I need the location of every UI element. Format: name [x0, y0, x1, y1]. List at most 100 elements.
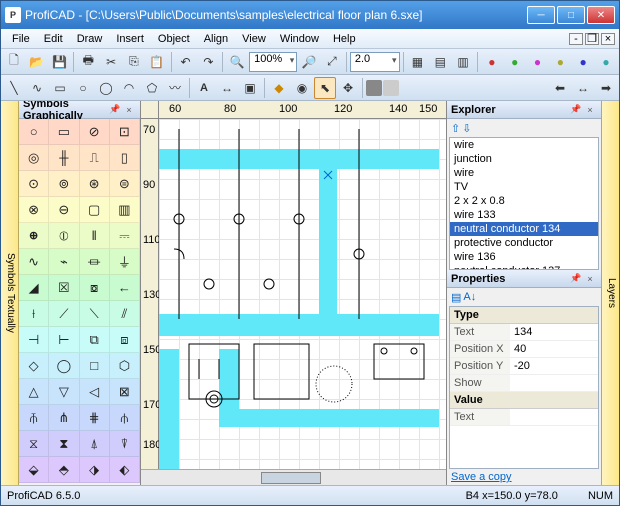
align-center[interactable]: ↔ [572, 77, 594, 99]
dim-tool[interactable]: ↔ [216, 77, 238, 99]
symbol-item[interactable]: ⟋ [49, 301, 79, 326]
symbol-item[interactable]: ⬗ [80, 457, 110, 482]
menu-file[interactable]: File [5, 31, 37, 47]
symbol-item[interactable]: ⊣ [19, 327, 49, 352]
fill-button[interactable]: ◆ [268, 77, 290, 99]
node-f-button[interactable]: ● [595, 51, 617, 73]
rect-tool[interactable]: ▭ [49, 77, 71, 99]
up-arrow-icon[interactable]: ⇧ [451, 122, 460, 135]
property-grid[interactable]: Type Text134Position X40Position Y-20Sho… [449, 306, 599, 469]
explorer-item[interactable]: wire [450, 166, 598, 180]
symbol-item[interactable]: ▢ [80, 197, 110, 222]
symbol-item[interactable]: ◇ [19, 353, 49, 378]
scrollbar-horizontal[interactable] [141, 469, 446, 485]
symbol-item[interactable]: ▭ [49, 119, 79, 144]
curve-tool[interactable]: 〰 [164, 77, 186, 99]
cut-button[interactable]: ✂ [100, 51, 122, 73]
sidetab-symbols-textually[interactable]: Symbols Textually [1, 101, 19, 485]
symbol-item[interactable]: ⬙ [19, 457, 49, 482]
sort-icon[interactable]: A↓ [463, 291, 476, 303]
symbol-item[interactable]: ◢ [19, 275, 49, 300]
circle-tool[interactable]: ○ [72, 77, 94, 99]
menu-object[interactable]: Object [151, 31, 197, 47]
symbol-item[interactable]: ⏚ [110, 249, 140, 274]
symbol-item[interactable]: ⧉ [80, 327, 110, 352]
symbol-item[interactable]: ⏛ [80, 249, 110, 274]
close-icon[interactable]: × [122, 103, 136, 117]
menu-insert[interactable]: Insert [109, 31, 151, 47]
layout-button[interactable]: ▥ [452, 51, 474, 73]
maximize-button[interactable]: □ [557, 6, 585, 24]
align-right[interactable]: ➡ [595, 77, 617, 99]
symbol-item[interactable]: ⊙ [19, 171, 49, 196]
symbol-item[interactable]: ⊠ [110, 379, 140, 404]
symbol-item[interactable]: ⎓ [110, 223, 140, 248]
picker-button[interactable]: ◉ [291, 77, 313, 99]
symbol-item[interactable]: ⬖ [110, 457, 140, 482]
copy-button[interactable]: ⎘ [123, 51, 145, 73]
symbol-item[interactable]: ∿ [19, 249, 49, 274]
node-b-button[interactable]: ● [504, 51, 526, 73]
save-copy-link[interactable]: Save a copy [447, 469, 601, 485]
symbol-item[interactable]: ◎ [19, 145, 49, 170]
menu-align[interactable]: Align [197, 31, 235, 47]
symbol-item[interactable]: △ [19, 379, 49, 404]
symbol-item[interactable]: ⍒ [110, 431, 140, 456]
symbol-item[interactable]: ⬡ [110, 353, 140, 378]
symbol-item[interactable]: ▯ [110, 145, 140, 170]
pan-tool[interactable]: ✥ [337, 77, 359, 99]
symbol-item[interactable]: ⊛ [80, 171, 110, 196]
explorer-item[interactable]: neutral conductor 134 [450, 222, 598, 236]
menu-help[interactable]: Help [326, 31, 363, 47]
cat-icon[interactable]: ▤ [451, 291, 461, 304]
symbol-item[interactable]: ⦶ [49, 223, 79, 248]
minimize-button[interactable]: ─ [527, 6, 555, 24]
down-arrow-icon[interactable]: ⇩ [462, 122, 471, 135]
arc-tool[interactable]: ◠ [118, 77, 140, 99]
symbol-item[interactable]: ⌁ [49, 249, 79, 274]
symbol-item[interactable]: ⫛ [110, 405, 140, 430]
explorer-item[interactable]: 2 x 2 x 0.8 [450, 194, 598, 208]
redo-button[interactable]: ↷ [197, 51, 219, 73]
align-left[interactable]: ⬅ [549, 77, 571, 99]
mdi-restore[interactable]: ❐ [585, 33, 599, 45]
node-c-button[interactable]: ● [527, 51, 549, 73]
save-button[interactable]: 💾 [49, 51, 71, 73]
sidetab-layers[interactable]: Layers [601, 101, 619, 485]
symbol-item[interactable]: ◁ [80, 379, 110, 404]
poly-tool[interactable]: ⬠ [141, 77, 163, 99]
symbol-item[interactable]: □ [80, 353, 110, 378]
symbol-item[interactable]: ◯ [49, 353, 79, 378]
menu-edit[interactable]: Edit [37, 31, 70, 47]
symbol-item[interactable]: ⧖ [19, 431, 49, 456]
menu-window[interactable]: Window [273, 31, 326, 47]
undo-button[interactable]: ↶ [175, 51, 197, 73]
symbol-item[interactable]: ⫽ [110, 301, 140, 326]
grid-button[interactable]: ▦ [407, 51, 429, 73]
select-tool[interactable]: ⬉ [314, 77, 336, 99]
color-b[interactable] [383, 80, 399, 96]
symbol-item[interactable]: ⬘ [49, 457, 79, 482]
explorer-list[interactable]: wirejunctionwireTV2 x 2 x 0.8wire 133neu… [449, 137, 599, 270]
pin-icon[interactable]: 📌 [569, 272, 583, 286]
paste-button[interactable]: 📋 [146, 51, 168, 73]
symbol-item[interactable]: ⋔ [49, 405, 79, 430]
zoom-fit-button[interactable]: ⤢ [321, 51, 343, 73]
explorer-item[interactable]: wire [450, 138, 598, 152]
symbol-item[interactable]: ⊚ [49, 171, 79, 196]
node-d-button[interactable]: ● [549, 51, 571, 73]
mdi-minimize[interactable]: - [569, 33, 583, 45]
image-tool[interactable]: ▣ [239, 77, 261, 99]
symbol-item[interactable]: ⊕ [19, 223, 49, 248]
color-a[interactable] [366, 80, 382, 96]
ellipse-tool[interactable]: ◯ [95, 77, 117, 99]
symbol-item[interactable]: ○ [19, 119, 49, 144]
symbol-item[interactable]: ⟊ [19, 301, 49, 326]
symbol-item[interactable]: ⊘ [80, 119, 110, 144]
menu-view[interactable]: View [235, 31, 273, 47]
symbol-item[interactable]: ‖ [80, 223, 110, 248]
symbol-item[interactable]: ← [110, 275, 140, 300]
symbol-item[interactable]: ⧈ [110, 327, 140, 352]
property-row[interactable]: Position X40 [450, 341, 598, 358]
property-row[interactable]: Position Y-20 [450, 358, 598, 375]
